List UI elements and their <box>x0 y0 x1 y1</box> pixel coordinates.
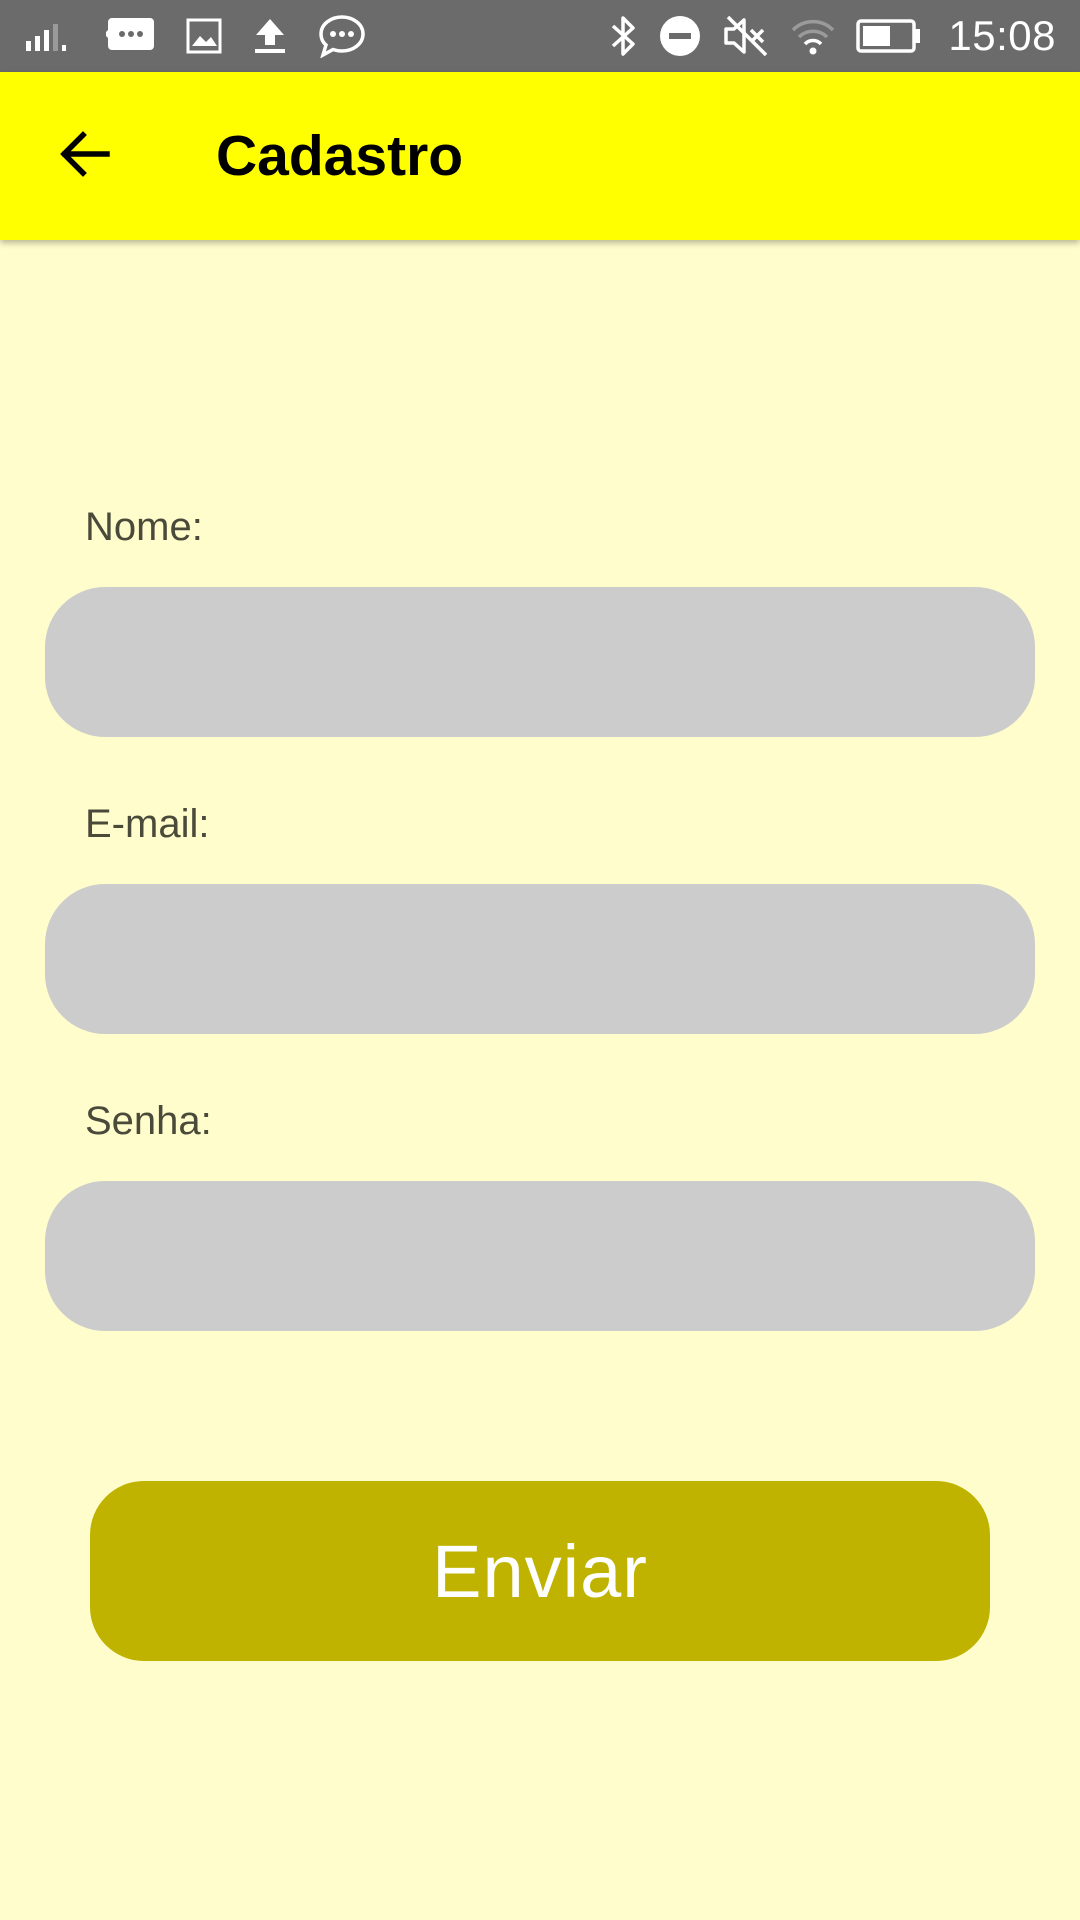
password-field[interactable] <box>45 1181 1035 1331</box>
status-bar-left-icons <box>26 0 366 72</box>
back-button[interactable] <box>42 114 126 198</box>
bluetooth-icon <box>608 14 638 58</box>
name-label: Nome: <box>85 505 203 549</box>
chat-icon <box>318 14 366 58</box>
status-time: 15:08 <box>948 12 1056 59</box>
status-bar: 15:08 <box>0 0 1080 72</box>
wifi-icon <box>790 16 836 56</box>
email-field[interactable] <box>45 884 1035 1034</box>
image-icon <box>186 18 222 54</box>
name-field[interactable] <box>45 587 1035 737</box>
message-bubble-icon <box>106 16 156 56</box>
do-not-disturb-icon <box>658 14 702 58</box>
email-label: E-mail: <box>85 802 210 846</box>
mute-icon <box>722 13 770 59</box>
cadastro-screen: 15:08 Cadastro Nome: E-mail: Senha: Envi… <box>0 0 1080 1920</box>
app-bar: Cadastro <box>0 72 1080 240</box>
battery-icon <box>856 18 922 54</box>
submit-button[interactable]: Enviar <box>90 1481 990 1661</box>
arrow-back-icon <box>57 130 111 183</box>
signal-icon <box>26 21 76 51</box>
page-title: Cadastro <box>216 124 464 188</box>
upload-icon <box>252 17 288 55</box>
password-label: Senha: <box>85 1099 212 1143</box>
status-bar-right-icons: 15:08 <box>608 0 1056 72</box>
